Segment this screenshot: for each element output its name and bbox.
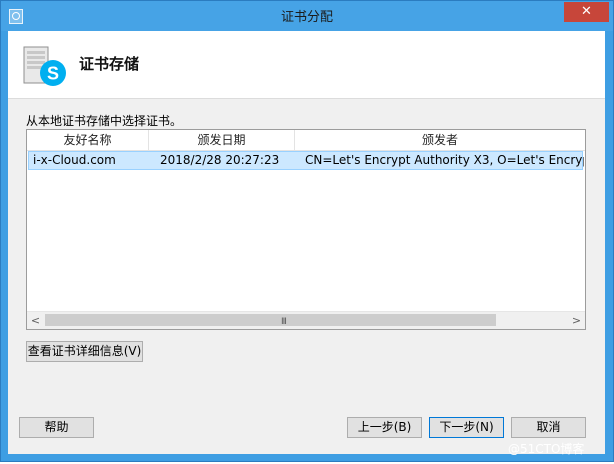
page-title: 证书存储 (79, 55, 140, 73)
window-title: 证书分配 (280, 10, 333, 25)
next-button[interactable]: 下一步(N) (429, 417, 504, 438)
certificate-list[interactable]: 友好名称 颁发日期 颁发者 i-x-Cloud.com 2018/2/28 20… (26, 129, 586, 330)
back-button[interactable]: 上一步(B) (347, 417, 422, 438)
wizard-header: S 证书存储 (8, 31, 605, 99)
certificate-assignment-window: 证书分配 ✕ S 证书存储 从本地证书存储中选择证书。 友好名称 颁发日期 颁发… (0, 0, 614, 462)
table-row[interactable]: i-x-Cloud.com 2018/2/28 20:27:23 CN=Let'… (28, 151, 584, 170)
view-certificate-details-button[interactable]: 查看证书详细信息(V) (26, 341, 143, 362)
column-header-friendly-name[interactable]: 友好名称 (27, 130, 149, 150)
column-header-issuer[interactable]: 颁发者 (295, 130, 585, 150)
column-header-issue-date[interactable]: 颁发日期 (149, 130, 295, 150)
cell-friendly-name: i-x-Cloud.com (33, 153, 116, 167)
help-button[interactable]: 帮助 (19, 417, 94, 438)
server-skype-icon: S (23, 46, 66, 86)
cell-issuer: CN=Let's Encrypt Authority X3, O=Let's E… (305, 153, 584, 167)
watermark: @51CTO博客 (508, 442, 585, 456)
scroll-right-button[interactable]: > (568, 312, 585, 329)
horizontal-scrollbar[interactable]: < III > (27, 311, 585, 329)
scrollbar-grip: III (281, 317, 287, 327)
close-button[interactable]: ✕ (564, 2, 609, 22)
cancel-button[interactable]: 取消 (511, 417, 586, 438)
cell-issue-date: 2018/2/28 20:27:23 (160, 153, 280, 167)
list-header: 友好名称 颁发日期 颁发者 (27, 130, 585, 151)
dialog-body: S 证书存储 从本地证书存储中选择证书。 友好名称 颁发日期 颁发者 i-x-C… (8, 31, 605, 454)
scrollbar-thumb[interactable]: III (45, 314, 496, 327)
title-bar[interactable]: 证书分配 ✕ (1, 1, 613, 31)
svg-text:S: S (47, 64, 59, 84)
scroll-left-button[interactable]: < (27, 312, 44, 329)
instruction-text: 从本地证书存储中选择证书。 (26, 114, 183, 128)
